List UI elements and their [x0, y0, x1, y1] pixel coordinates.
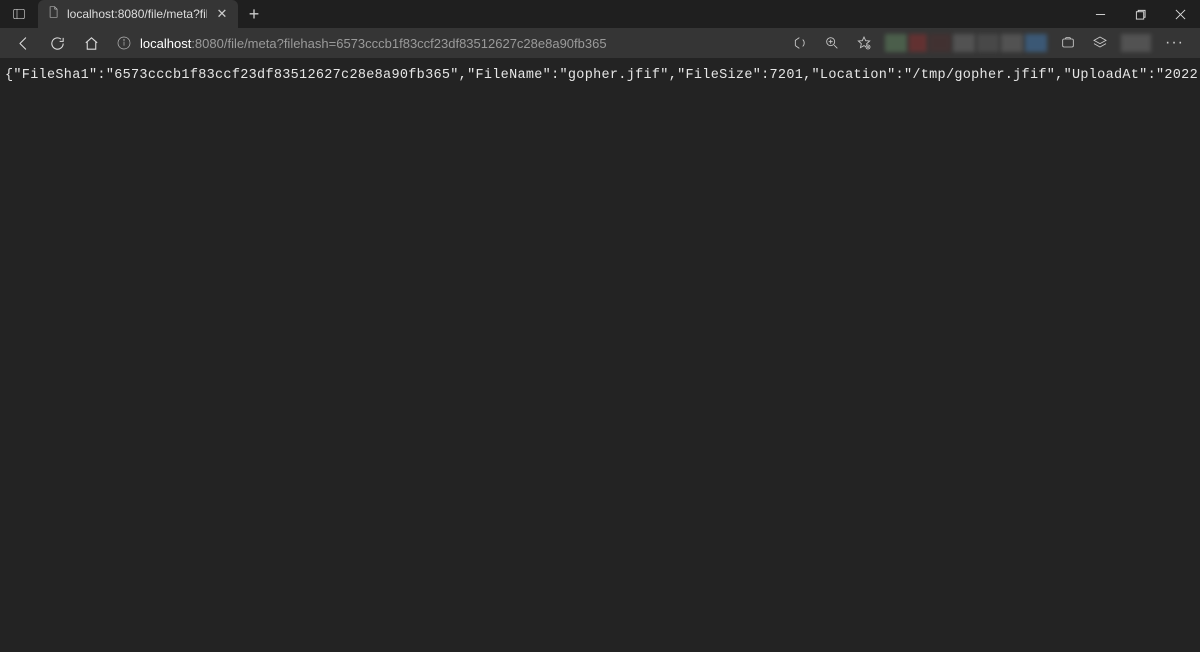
- back-button[interactable]: [8, 29, 38, 57]
- zoom-icon[interactable]: [817, 29, 847, 57]
- address-bar[interactable]: localhost:8080/file/meta?filehash=6573cc…: [116, 30, 775, 56]
- toolbar-right: ···: [785, 29, 1192, 57]
- toolbar: localhost:8080/file/meta?filehash=6573cc…: [0, 28, 1200, 58]
- profile-icon[interactable]: [1121, 34, 1151, 52]
- extension-icon[interactable]: [977, 34, 999, 52]
- minimize-button[interactable]: [1080, 0, 1120, 28]
- extensions-area: [885, 34, 1047, 52]
- home-button[interactable]: [76, 29, 106, 57]
- new-tab-button[interactable]: +: [238, 0, 270, 28]
- page-icon: [46, 5, 60, 24]
- site-info-icon[interactable]: [116, 35, 132, 51]
- profile-area: [1121, 34, 1151, 52]
- tab-actions-button[interactable]: [0, 0, 38, 28]
- browser-tab[interactable]: localhost:8080/file/meta?filehash ✕: [38, 0, 238, 28]
- url-text: localhost:8080/file/meta?filehash=6573cc…: [140, 36, 775, 51]
- tab-title: localhost:8080/file/meta?filehash: [67, 7, 207, 21]
- extension-icon[interactable]: [909, 34, 927, 52]
- url-path: :8080/file/meta?filehash=6573cccb1f83ccf…: [191, 36, 606, 51]
- favorite-icon[interactable]: [849, 29, 879, 57]
- extension-icon[interactable]: [929, 34, 951, 52]
- window-controls: [1080, 0, 1200, 28]
- maximize-button[interactable]: [1120, 0, 1160, 28]
- title-bar: localhost:8080/file/meta?filehash ✕ +: [0, 0, 1200, 28]
- close-button[interactable]: [1160, 0, 1200, 28]
- url-host: localhost: [140, 36, 191, 51]
- extension-icon[interactable]: [885, 34, 907, 52]
- page-content: {"FileSha1":"6573cccb1f83ccf23df83512627…: [0, 58, 1200, 652]
- settings-menu-button[interactable]: ···: [1157, 34, 1192, 52]
- extension-icon[interactable]: [953, 34, 975, 52]
- collections-icon[interactable]: [1085, 29, 1115, 57]
- read-aloud-icon[interactable]: [785, 29, 815, 57]
- json-response-text: {"FileSha1":"6573cccb1f83ccf23df83512627…: [5, 68, 1195, 83]
- extension-icon[interactable]: [1025, 34, 1047, 52]
- refresh-button[interactable]: [42, 29, 72, 57]
- screenshot-icon[interactable]: [1053, 29, 1083, 57]
- extension-icon[interactable]: [1001, 34, 1023, 52]
- tab-close-button[interactable]: ✕: [214, 6, 230, 22]
